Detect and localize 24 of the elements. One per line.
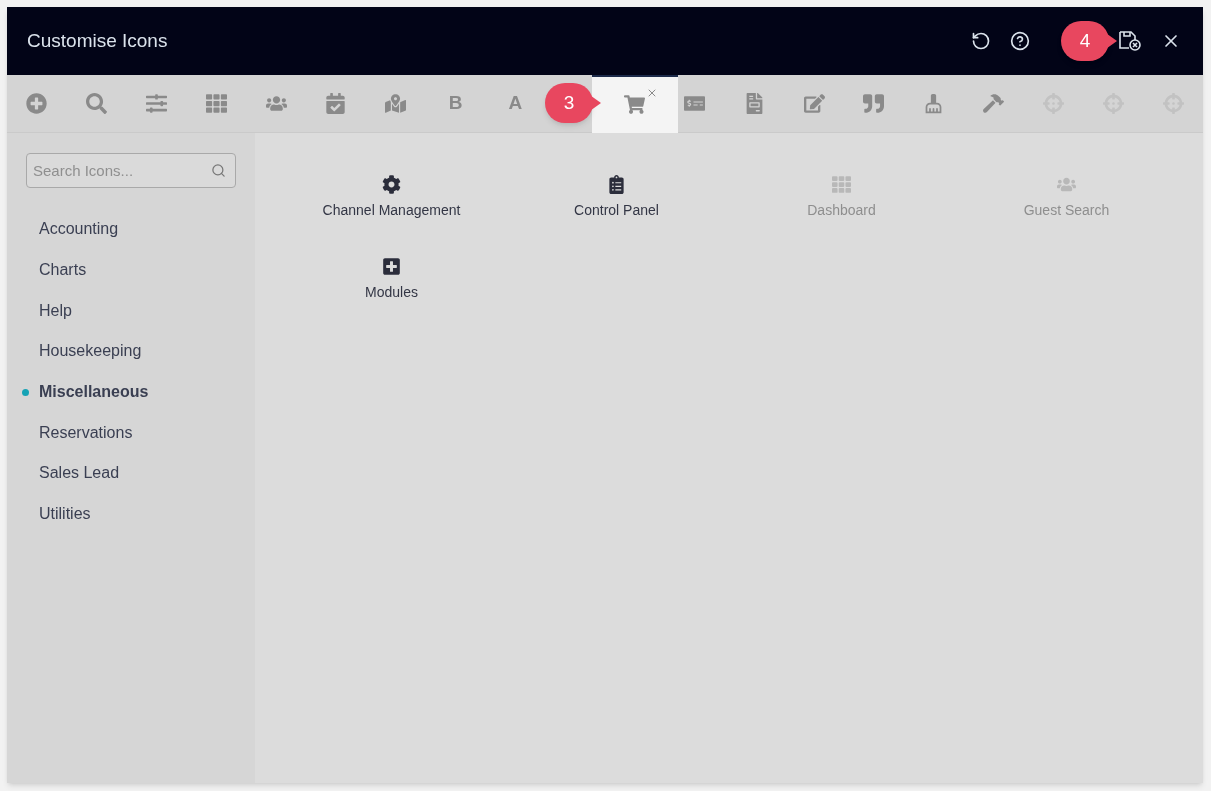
search-field[interactable]: Search Icons... [26, 153, 236, 188]
category-item[interactable]: Charts [39, 258, 87, 283]
gear-icon [382, 175, 401, 194]
callout-tooltip: 4 [1061, 21, 1117, 61]
clipboard-icon [607, 175, 626, 194]
category-item[interactable]: Accounting [39, 217, 119, 242]
category-item[interactable]: Miscellaneous [39, 380, 149, 405]
category-item[interactable]: Sales Lead [39, 461, 120, 486]
category-item[interactable]: Reservations [39, 420, 133, 445]
category-item[interactable]: Help [39, 298, 72, 323]
icon-option[interactable]: Modules [365, 257, 418, 303]
help-button[interactable] [1008, 29, 1032, 53]
icon-option[interactable]: Control Panel [574, 175, 659, 221]
users-icon [1057, 175, 1076, 194]
callout-tooltip: 3 [545, 83, 601, 123]
toolbar-button[interactable] [592, 74, 678, 133]
save-cancel-button[interactable] [1116, 28, 1144, 54]
category-item[interactable]: Housekeeping [39, 339, 142, 364]
search-icon [211, 163, 226, 178]
grid-icon [832, 175, 851, 194]
icon-option[interactable]: Channel Management [322, 175, 461, 221]
window-title: Customise Icons [27, 28, 168, 53]
save-cancel-icon [1118, 30, 1142, 52]
category-item[interactable]: Utilities [39, 502, 91, 527]
